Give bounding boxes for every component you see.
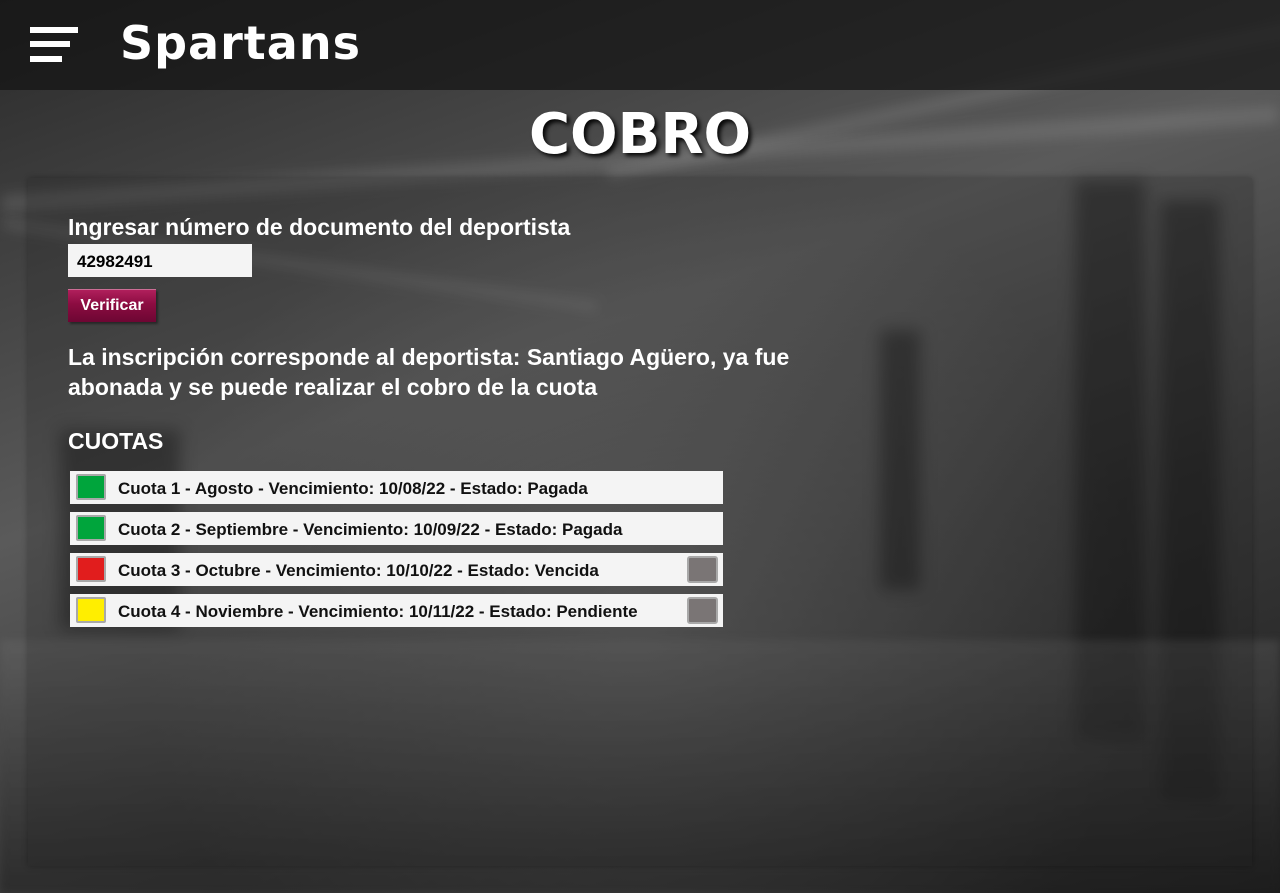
cuota-select-checkbox[interactable] [687, 597, 718, 624]
status-indicator [76, 597, 106, 623]
document-number-input[interactable] [68, 244, 252, 277]
cuota-row: Cuota 1 - Agosto - Vencimiento: 10/08/22… [70, 471, 723, 504]
cuota-row: Cuota 4 - Noviembre - Vencimiento: 10/11… [70, 594, 723, 627]
menu-line-2 [30, 41, 70, 47]
cuota-description: Cuota 1 - Agosto - Vencimiento: 10/08/22… [118, 479, 588, 498]
status-indicator [76, 474, 106, 500]
document-label: Ingresar número de documento del deporti… [68, 214, 571, 240]
top-navbar: Spartans [0, 0, 1280, 90]
menu-line-1 [30, 27, 78, 33]
cuota-description: Cuota 2 - Septiembre - Vencimiento: 10/0… [118, 520, 623, 539]
cuotas-heading: CUOTAS [68, 428, 164, 454]
cuota-description: Cuota 3 - Octubre - Vencimiento: 10/10/2… [118, 561, 599, 580]
verification-result-message: La inscripción corresponde al deportista… [68, 344, 790, 400]
cuota-select-checkbox[interactable] [687, 556, 718, 583]
cuota-row: Cuota 3 - Octubre - Vencimiento: 10/10/2… [70, 553, 723, 586]
cobro-form: Ingresar número de documento del deporti… [68, 210, 968, 635]
brand-title[interactable]: Spartans [120, 14, 361, 72]
status-indicator [76, 556, 106, 582]
page-title: COBRO [528, 102, 752, 167]
status-indicator [76, 515, 106, 541]
cuota-row: Cuota 2 - Septiembre - Vencimiento: 10/0… [70, 512, 723, 545]
verify-button[interactable]: Verificar [68, 289, 156, 322]
cuota-description: Cuota 4 - Noviembre - Vencimiento: 10/11… [118, 602, 638, 621]
cuotas-list: Cuota 1 - Agosto - Vencimiento: 10/08/22… [70, 471, 723, 627]
menu-line-3 [30, 56, 62, 62]
hamburger-menu-icon[interactable] [30, 27, 78, 65]
